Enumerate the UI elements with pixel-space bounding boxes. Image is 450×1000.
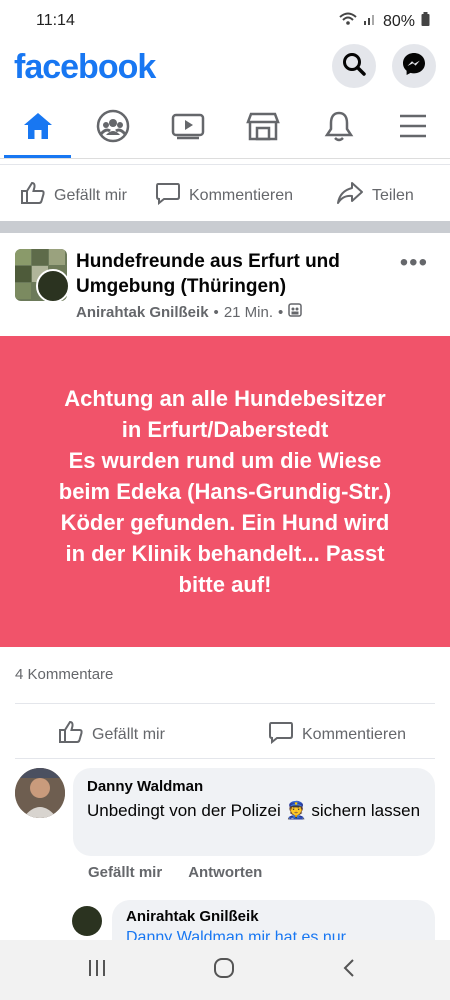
status-right: 80% xyxy=(339,12,430,31)
post-time[interactable]: 21 Min. xyxy=(224,304,273,321)
status-bar: 11:14 80% xyxy=(0,0,450,40)
main-nav xyxy=(0,100,450,159)
home-system-button[interactable] xyxy=(209,957,239,984)
video-icon xyxy=(171,112,205,145)
comment-text-part: sichern lassen xyxy=(311,801,421,820)
comment-label: Kommentieren xyxy=(302,725,407,743)
thumbs-up-icon xyxy=(20,181,46,210)
comment-icon xyxy=(155,181,181,210)
post-text-line: Es wurden rund um die Wiese xyxy=(68,448,382,473)
share-button[interactable]: Teilen xyxy=(336,181,414,210)
post-banner: Achtung an alle Hundebesitzer in Erfurt/… xyxy=(0,336,450,647)
meta-separator: • xyxy=(213,303,219,321)
post-meta: Anirahtak Gnilßeik • 21 Min. • xyxy=(76,303,303,321)
post-text-line: Köder gefunden. Ein Hund wird xyxy=(60,510,390,535)
recent-apps-button[interactable] xyxy=(82,958,112,982)
more-options-icon[interactable]: ••• xyxy=(400,249,428,277)
tab-notifications[interactable] xyxy=(304,100,374,156)
share-icon xyxy=(336,181,364,210)
signal-icon xyxy=(363,12,377,31)
active-tab-indicator xyxy=(4,155,71,158)
reply: Anirahtak Gnilßeik Danny Waldman mir hat… xyxy=(72,900,450,940)
like-label: Gefällt mir xyxy=(92,725,165,743)
like-button[interactable]: Gefällt mir xyxy=(20,181,127,210)
tab-marketplace[interactable] xyxy=(228,100,298,156)
post-text-line: in Erfurt/Daberstedt xyxy=(121,417,329,442)
post-text-line: Achtung an alle Hundebesitzer xyxy=(64,386,386,411)
post-comment-button[interactable]: Kommentieren xyxy=(268,720,406,749)
notifications-icon xyxy=(324,110,354,147)
group-name[interactable]: Hundefreunde aus Erfurt und Umgebung (Th… xyxy=(76,249,376,299)
reply-avatar[interactable] xyxy=(72,906,102,936)
group-privacy-icon xyxy=(288,303,303,321)
meta-separator: • xyxy=(278,303,284,321)
like-label: Gefällt mir xyxy=(54,186,127,204)
thumbs-up-icon xyxy=(58,720,84,749)
post-header: Hundefreunde aus Erfurt und Umgebung (Th… xyxy=(0,235,450,335)
reply-author[interactable]: Anirahtak Gnilßeik xyxy=(126,908,421,925)
commenter-avatar[interactable] xyxy=(15,768,65,818)
top-bar: facebook xyxy=(0,40,450,95)
previous-post-actions: Gefällt mir Kommentieren Teilen xyxy=(0,164,450,221)
post-text: Achtung an alle Hundebesitzer in Erfurt/… xyxy=(25,383,425,600)
facebook-logo[interactable]: facebook xyxy=(14,48,156,87)
separator xyxy=(15,758,435,759)
comment-icon xyxy=(268,720,294,749)
comment-reply-button[interactable]: Antworten xyxy=(188,864,262,881)
comment-text: Unbedingt von der Polizei 👮 sichern lass… xyxy=(87,799,421,822)
recent-apps-icon xyxy=(87,958,107,983)
post-text-line: beim Edeka (Hans-Grundig-Str.) xyxy=(58,479,392,504)
tab-home[interactable] xyxy=(3,100,73,156)
comment-label: Kommentieren xyxy=(189,186,294,204)
post-text-line: in der Klinik behandelt... Passt xyxy=(65,541,385,566)
commenter-name[interactable]: Danny Waldman xyxy=(87,778,421,795)
home-icon xyxy=(22,111,54,146)
menu-icon xyxy=(398,113,428,144)
tab-video[interactable] xyxy=(153,100,223,156)
post-actions: Gefällt mir Kommentieren xyxy=(0,706,450,758)
author-avatar[interactable] xyxy=(36,269,70,303)
feed-divider xyxy=(0,221,450,233)
tab-groups[interactable] xyxy=(78,100,148,156)
comment-actions: Gefällt mir Antworten xyxy=(88,864,262,881)
post-author[interactable]: Anirahtak Gnilßeik xyxy=(76,304,209,321)
tab-menu[interactable] xyxy=(378,100,448,156)
comment-bubble: Danny Waldman Unbedingt von der Polizei … xyxy=(73,768,435,856)
comment-like-button[interactable]: Gefällt mir xyxy=(88,864,162,881)
home-circle-icon xyxy=(213,957,235,984)
separator xyxy=(15,703,435,704)
search-icon xyxy=(341,51,367,82)
post-text-line: bitte auf! xyxy=(178,572,272,597)
battery-icon xyxy=(421,12,430,31)
share-label: Teilen xyxy=(372,186,414,204)
reply-text: Danny Waldman mir hat es nur xyxy=(126,929,346,940)
back-icon xyxy=(341,958,357,983)
status-time: 11:14 xyxy=(36,12,75,29)
search-button[interactable] xyxy=(332,44,376,88)
marketplace-icon xyxy=(246,110,280,147)
messenger-icon xyxy=(401,51,427,82)
reply-bubble: Anirahtak Gnilßeik Danny Waldman mir hat… xyxy=(112,900,435,940)
comment-button[interactable]: Kommentieren xyxy=(155,181,293,210)
police-emoji: 👮 xyxy=(285,801,307,820)
post-like-button[interactable]: Gefällt mir xyxy=(58,720,165,749)
wifi-icon xyxy=(339,12,357,31)
system-nav-bar xyxy=(0,940,450,1000)
groups-icon xyxy=(96,109,130,148)
comment-text-part: Unbedingt von der Polizei xyxy=(87,801,281,820)
messenger-button[interactable] xyxy=(392,44,436,88)
battery-level: 80% xyxy=(382,12,415,30)
back-button[interactable] xyxy=(334,958,364,982)
comment-count[interactable]: 4 Kommentare xyxy=(15,666,113,683)
